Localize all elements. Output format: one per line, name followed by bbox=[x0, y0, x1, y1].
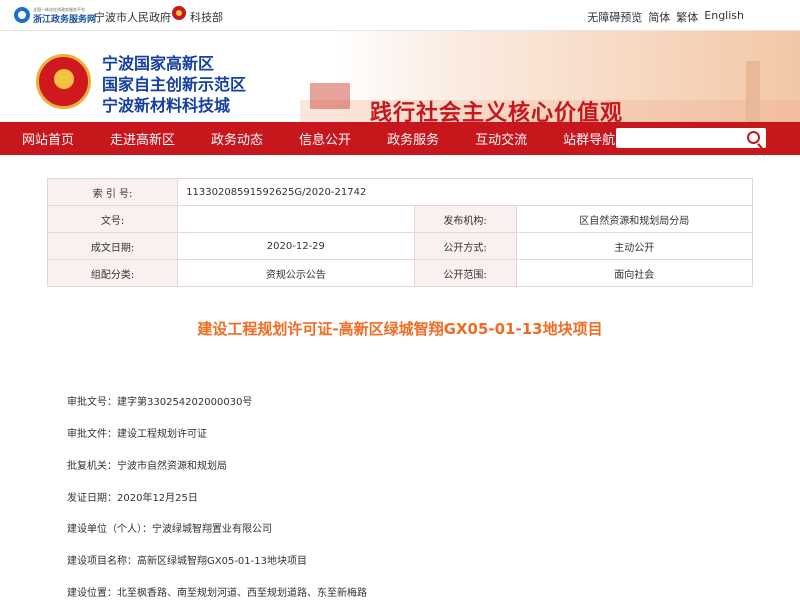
index-label: 索 引 号: bbox=[46, 178, 179, 206]
table-row: 索 引 号: 11330208591592625G/2020-21742 bbox=[46, 178, 753, 206]
project-location: 建设位置：北至枫香路、南至规划河道、西至规划道路、东至新梅路 bbox=[67, 588, 367, 599]
zj-platform-subtitle: 全国一体化在线政务服务平台 bbox=[33, 7, 85, 12]
nav-item-news[interactable]: 政务动态 bbox=[211, 129, 263, 148]
nav-item-site-nav[interactable]: 站群导航 bbox=[563, 129, 615, 148]
national-emblem-large-icon bbox=[36, 54, 91, 109]
site-title-line-2: 国家自主创新示范区 bbox=[102, 75, 247, 94]
accessibility-link[interactable]: 无障碍预览 bbox=[587, 9, 642, 25]
english-link[interactable]: English bbox=[704, 9, 744, 25]
approval-number: 审批文号：建字第330254202000030号 bbox=[67, 397, 253, 408]
article-title: 建设工程规划许可证-高新区绿城智翔GX05-01-13地块项目 bbox=[197, 320, 603, 338]
date-label: 成文日期: bbox=[46, 232, 179, 260]
project-name: 建设项目名称：高新区绿城智翔GX05-01-13地块项目 bbox=[67, 556, 307, 567]
link-ningbo-gov[interactable]: 宁波市人民政府 bbox=[94, 9, 171, 25]
table-row: 文号: 发布机构: 区自然资源和规划局分局 bbox=[46, 205, 754, 233]
nav-item-services[interactable]: 政务服务 bbox=[387, 129, 439, 148]
tiananmen-decoration bbox=[310, 83, 350, 109]
publisher-value: 区自然资源和规划局分局 bbox=[515, 205, 754, 233]
zhejiang-gov-service-logo[interactable]: 全国一体化在线政务服务平台 浙江政务服务网 bbox=[14, 5, 96, 25]
method-label: 公开方式: bbox=[413, 232, 517, 260]
scope-value: 面向社会 bbox=[515, 259, 754, 287]
zj-platform-name: 浙江政务服务网 bbox=[33, 15, 97, 25]
approval-document: 审批文件：建设工程规划许可证 bbox=[67, 429, 207, 440]
table-row: 组配分类: 资规公示公告 公开范围: 面向社会 bbox=[46, 259, 754, 287]
header-banner: 宁波国家高新区 国家自主创新示范区 宁波新材料科技城 践行社会主义核心价值观 bbox=[0, 31, 800, 122]
doc-number-value bbox=[177, 205, 415, 233]
huabiao-pillar-decoration bbox=[746, 61, 760, 122]
document-info-table: 索 引 号: 11330208591592625G/2020-21742 文号:… bbox=[46, 178, 754, 287]
method-value: 主动公开 bbox=[515, 232, 754, 260]
simplified-chinese-link[interactable]: 简体 bbox=[648, 9, 670, 25]
issue-date: 发证日期：2020年12月25日 bbox=[67, 493, 198, 504]
category-label: 组配分类: bbox=[46, 259, 179, 287]
nav-item-about[interactable]: 走进高新区 bbox=[110, 129, 175, 148]
construction-unit: 建设单位（个人）：宁波绿城智翔置业有限公司 bbox=[67, 524, 272, 535]
nav-item-home[interactable]: 网站首页 bbox=[22, 129, 74, 148]
traditional-chinese-link[interactable]: 繁体 bbox=[676, 9, 698, 25]
main-nav: 网站首页 走进高新区 政务动态 信息公开 政务服务 互动交流 站群导航 bbox=[0, 122, 800, 155]
scope-label: 公开范围: bbox=[413, 259, 517, 287]
top-bar: 全国一体化在线政务服务平台 浙江政务服务网 宁波市人民政府 科技部 无障碍预览 … bbox=[0, 0, 800, 31]
zhejiang-logo-icon bbox=[14, 7, 30, 23]
category-value: 资规公示公告 bbox=[177, 259, 415, 287]
nav-item-interaction[interactable]: 互动交流 bbox=[475, 129, 527, 148]
national-emblem-icon bbox=[172, 6, 186, 20]
doc-number-label: 文号: bbox=[46, 205, 179, 233]
publisher-label: 发布机构: bbox=[413, 205, 517, 233]
search-icon[interactable] bbox=[747, 131, 760, 144]
site-title[interactable]: 宁波国家高新区 国家自主创新示范区 宁波新材料科技城 bbox=[102, 53, 246, 116]
table-row: 成文日期: 2020-12-29 公开方式: 主动公开 bbox=[46, 232, 754, 260]
nav-item-disclosure[interactable]: 信息公开 bbox=[299, 129, 351, 148]
date-value: 2020-12-29 bbox=[177, 232, 415, 260]
index-value: 11330208591592625G/2020-21742 bbox=[177, 178, 753, 206]
link-ministry-science[interactable]: 科技部 bbox=[190, 9, 223, 25]
top-right-links: 无障碍预览 简体 繁体 English bbox=[587, 9, 744, 25]
search-input[interactable] bbox=[616, 128, 766, 148]
approving-authority: 批复机关：宁波市自然资源和规划局 bbox=[67, 461, 227, 472]
banner-slogan: 践行社会主义核心价值观 bbox=[370, 100, 624, 122]
site-title-line-3: 宁波新材料科技城 bbox=[102, 96, 231, 115]
site-title-line-1: 宁波国家高新区 bbox=[102, 54, 215, 73]
